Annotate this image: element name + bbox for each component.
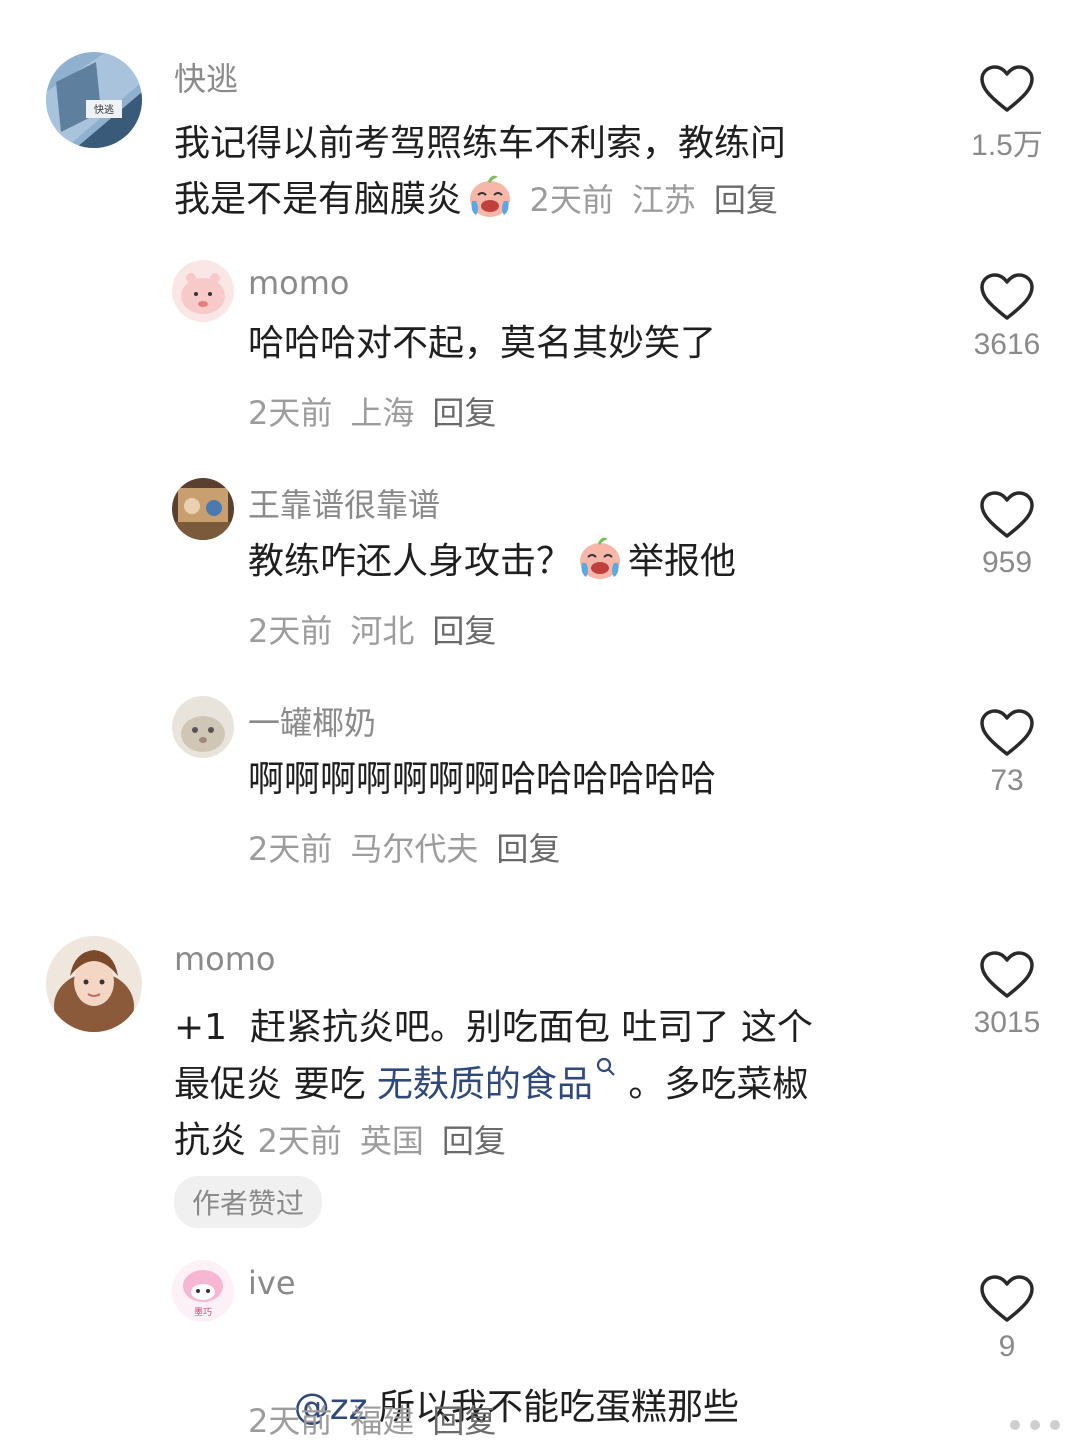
location: 河北 [350,612,415,650]
comment-5: momo +1 赶紧抗炎吧。别吃面包 吐司了 这个 最促炎 要吃 无麸质的食品 … [0,910,1080,1250]
comment-3: 王靠谱很靠谱 教练咋还人身攻击？ 举报他 2天前 河北 回复 959 [0,460,1080,680]
comment-line-2-before: 最促炎 要吃 [174,1064,377,1105]
comment-6: 墨巧 ive @zz 所以我不能吃蛋糕那些 2天前 福建 回复 9 [0,1250,1080,1454]
crying-laugh-emoji-icon [470,175,511,217]
reply-button[interactable]: 回复 [714,181,778,219]
heart-icon [980,1275,1034,1322]
comment-text: 教练咋还人身攻击？ 举报他 [248,534,736,590]
comment-meta: 2天前 福建 回复 [248,1396,514,1442]
heart-icon [980,65,1034,112]
avatar[interactable] [172,478,234,540]
reply-button[interactable]: 回复 [442,1122,506,1160]
comment-2: momo 哈哈哈对不起，莫名其妙笑了 2天前 上海 回复 3616 [0,240,1080,460]
comment-line-1: 我记得以前考驾照练车不利索，教练问 [174,123,787,164]
reply-button[interactable]: 回复 [432,1402,496,1440]
timestamp: 2天前 [257,1122,342,1160]
username[interactable]: 王靠谱很靠谱 [248,480,440,526]
comment-meta: 2天前 上海 回复 [248,388,514,434]
timestamp: 2天前 [248,394,333,432]
location: 江苏 [631,181,696,219]
avatar[interactable]: 墨巧 [172,1260,234,1322]
author-liked-badge: 作者赞过 [174,1176,323,1228]
comment-line-1: +1 赶紧抗炎吧。别吃面包 吐司了 这个 [174,1007,813,1048]
reply-button[interactable]: 回复 [496,830,560,868]
timestamp: 2天前 [529,181,614,219]
comment-meta: 2天前 马尔代夫 回复 [248,824,578,870]
comment-meta: 2天前 英国 回复 [257,1122,505,1160]
timestamp: 2天前 [248,830,333,868]
comment-line-3-text: 抗炎 [174,1120,247,1161]
like-button[interactable]: 959 [957,490,1057,580]
comment-line-2: 我是不是有脑膜炎 2天前 江苏 回复 [174,172,934,228]
like-button[interactable]: 73 [957,708,1057,798]
comment-text: 我记得以前考驾照练车不利索，教练问 我是不是有脑膜炎 2天前 江苏 回复 [174,116,934,228]
like-button[interactable]: 1.5万 [957,64,1057,164]
like-button[interactable]: 3616 [957,272,1057,362]
pagination-dots-icon [1010,1420,1060,1430]
like-count: 1.5万 [971,129,1043,162]
comment-line-2-after: 。多吃菜椒 [616,1064,809,1105]
username[interactable]: 一罐椰奶 [248,698,376,744]
username[interactable]: ive [248,1264,296,1302]
avatar[interactable] [46,936,142,1032]
comment-4: 一罐椰奶 啊啊啊啊啊啊啊哈哈哈哈哈哈 2天前 马尔代夫 回复 73 [0,680,1080,910]
reply-button[interactable]: 回复 [432,612,496,650]
timestamp: 2天前 [248,612,333,650]
comment-1: 快逃 快逃 我记得以前考驾照练车不利索，教练问 我是不是有脑膜炎 2天前 江苏 回复… [0,0,1080,240]
like-count: 3616 [973,328,1041,361]
heart-icon [980,273,1034,320]
comment-line-3: 抗炎 2天前 英国 回复 [174,1113,934,1169]
svg-text:墨巧: 墨巧 [194,1307,212,1318]
svg-text:快逃: 快逃 [94,103,114,116]
comment-meta: 2天前 河北 回复 [248,606,514,652]
like-count: 73 [990,764,1024,797]
username[interactable]: momo [174,940,276,978]
like-count: 959 [981,546,1033,579]
heart-icon [980,491,1034,538]
avatar[interactable] [172,260,234,322]
location: 上海 [350,394,415,432]
heart-icon [980,951,1034,998]
comment-line-2-text: 我是不是有脑膜炎 [174,179,463,220]
like-button[interactable]: 9 [957,1274,1057,1364]
reply-button[interactable]: 回复 [432,394,496,432]
like-count: 9 [998,1330,1016,1363]
search-link[interactable]: 无麸质的食品 [377,1064,593,1105]
username[interactable]: 快逃 [174,54,238,100]
comment-text: 哈哈哈对不起，莫名其妙笑了 [248,323,717,364]
avatar[interactable] [172,696,234,758]
heart-icon [980,709,1034,756]
location: 英国 [359,1122,424,1160]
avatar[interactable]: 快逃 [46,52,142,148]
timestamp: 2天前 [248,1402,333,1440]
search-icon[interactable] [595,1056,617,1078]
comment-text-after: 举报他 [628,541,737,582]
like-button[interactable]: 3015 [957,950,1057,1040]
location: 马尔代夫 [350,830,479,868]
comment-text: 啊啊啊啊啊啊啊哈哈哈哈哈哈 [248,759,717,800]
like-count: 3015 [973,1006,1041,1039]
comment-line-2: 最促炎 要吃 无麸质的食品 。多吃菜椒 [174,1056,934,1113]
comment-meta: 2天前 江苏 回复 [529,181,777,219]
comment-text-before: 教练咋还人身攻击？ [248,541,573,582]
comment-text: +1 赶紧抗炎吧。别吃面包 吐司了 这个 最促炎 要吃 无麸质的食品 。多吃菜椒… [174,1000,934,1169]
username[interactable]: momo [248,264,350,302]
location: 福建 [350,1402,415,1440]
crying-laugh-emoji-icon [580,537,621,579]
